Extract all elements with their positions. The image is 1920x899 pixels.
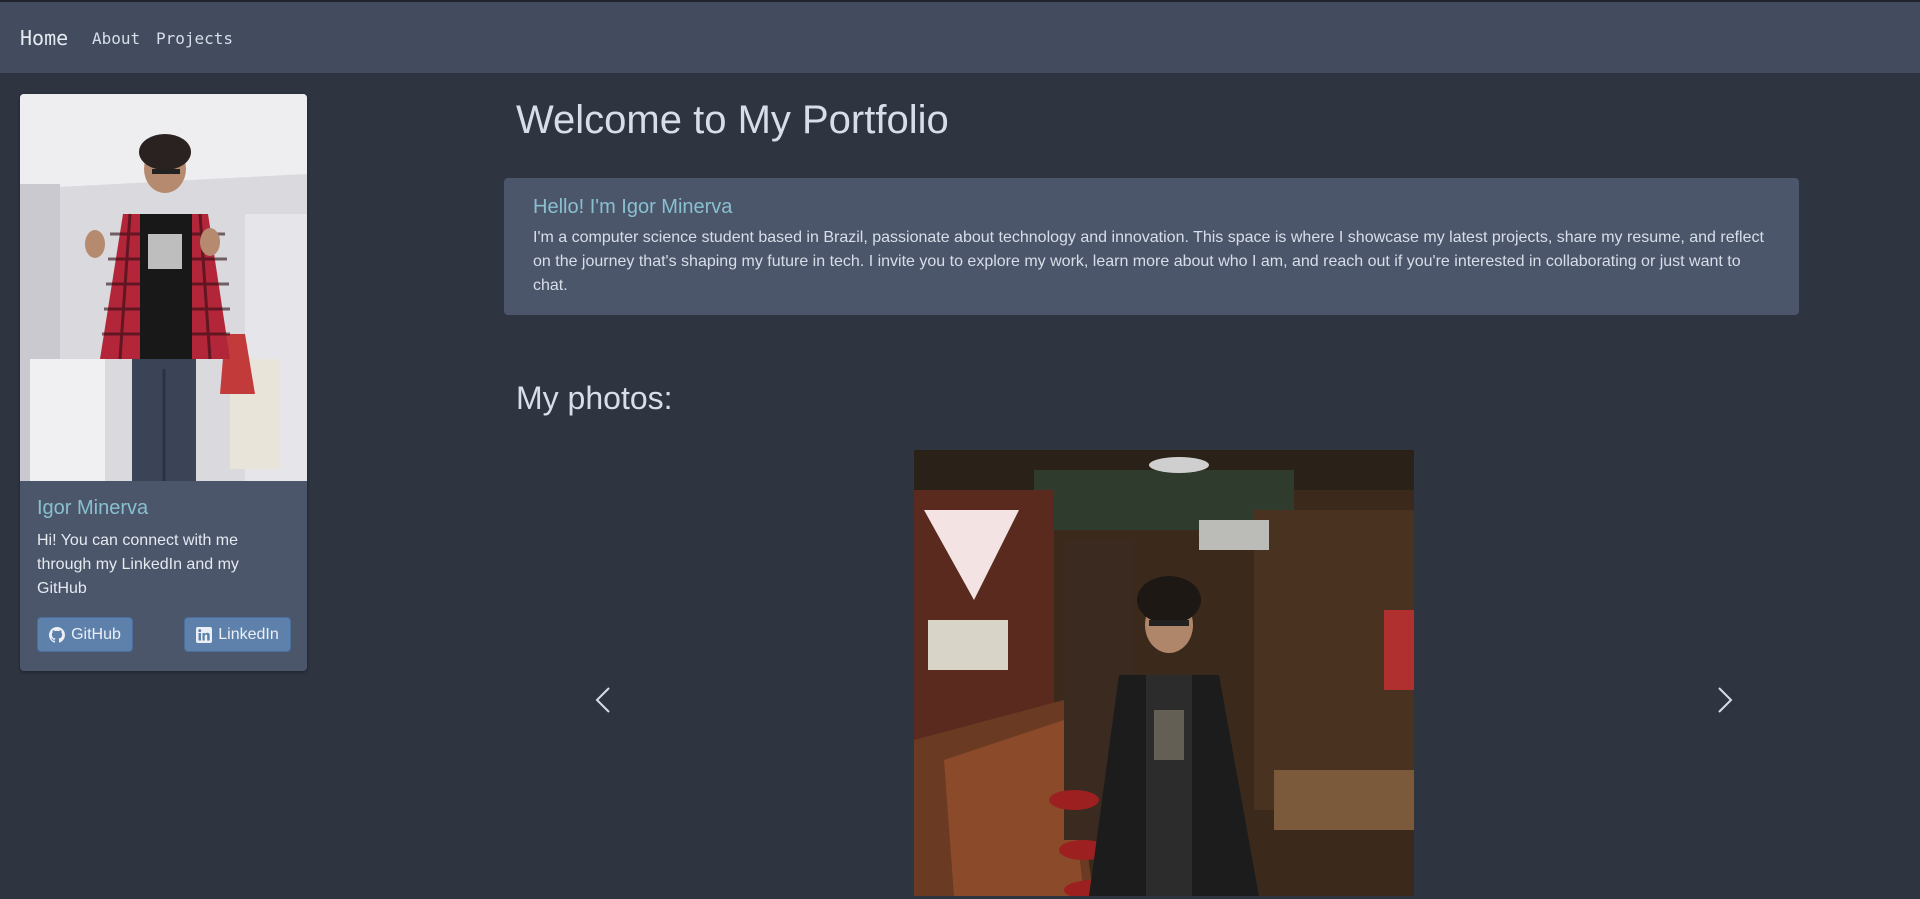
photos-title: My photos: — [516, 380, 673, 416]
linkedin-icon — [196, 626, 213, 643]
profile-description: Hi! You can connect with me through my L… — [37, 532, 239, 597]
profile-photo — [20, 94, 307, 481]
page-title: Welcome to My Portfolio — [516, 98, 949, 142]
github-button-label: GitHub — [71, 625, 121, 643]
nav-home-link[interactable]: Home — [20, 26, 68, 50]
linkedin-button-label: LinkedIn — [218, 625, 279, 643]
chevron-left-icon[interactable] — [589, 680, 619, 720]
intro-box: Hello! I'm Igor Minerva I'm a computer s… — [504, 178, 1799, 315]
nav-projects-link[interactable]: Projects — [156, 29, 233, 48]
profile-name: Igor Minerva — [37, 497, 149, 519]
nav-about-link[interactable]: About — [92, 29, 140, 48]
intro-text: I'm a computer science student based in … — [533, 229, 1764, 294]
profile-card: Igor Minerva Hi! You can connect with me… — [20, 94, 307, 671]
carousel-photo — [914, 450, 1414, 896]
intro-heading: Hello! I'm Igor Minerva — [533, 196, 733, 218]
linkedin-button[interactable]: LinkedIn — [184, 617, 291, 652]
navbar: Home About Projects — [0, 2, 1920, 73]
chevron-right-icon[interactable] — [1709, 680, 1739, 720]
github-button[interactable]: GitHub — [37, 617, 133, 652]
github-icon — [49, 626, 66, 643]
